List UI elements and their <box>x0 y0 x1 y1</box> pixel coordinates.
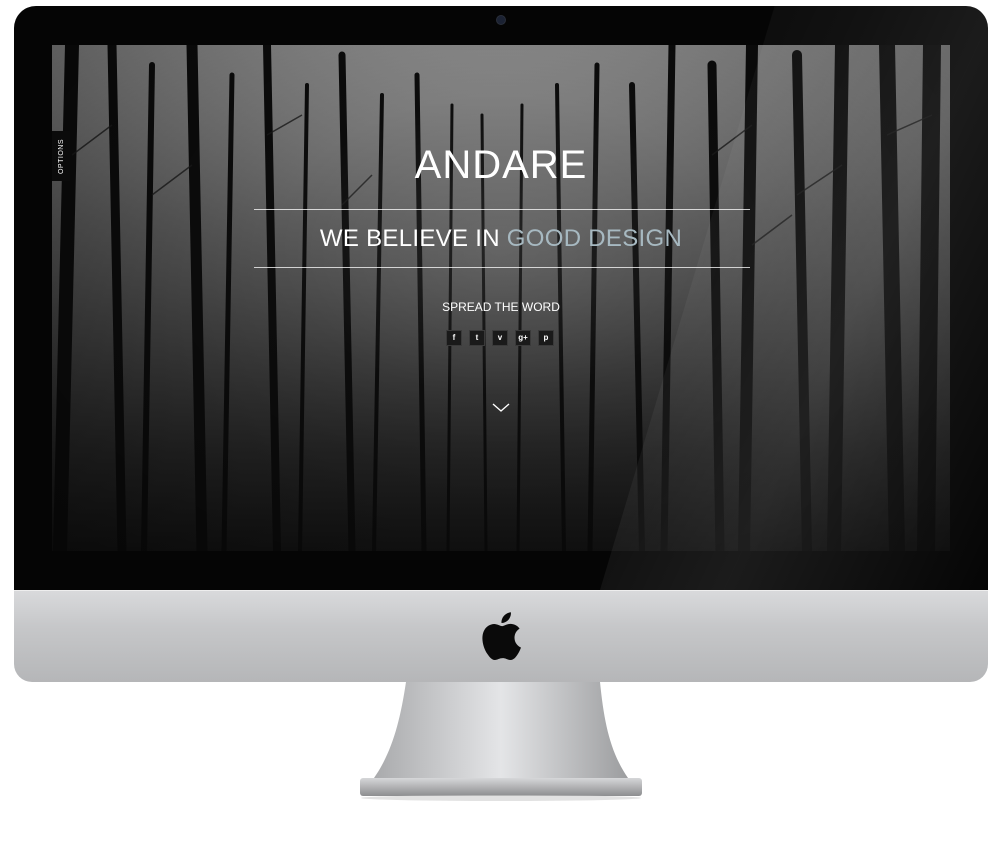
divider-top <box>254 209 750 210</box>
twitter-icon[interactable]: t <box>469 330 485 346</box>
chevron-down-icon[interactable] <box>492 403 510 413</box>
divider-bottom <box>254 267 750 268</box>
imac-mockup: OPTIONS ANDARE WE BELIEVE IN GOOD DESIGN… <box>0 0 1000 850</box>
imac-stand <box>360 682 642 801</box>
spread-the-word-label: SPREAD THE WORD <box>442 300 560 314</box>
tagline-prefix: WE BELIEVE IN <box>319 225 500 252</box>
tagline-accent: GOOD DESIGN <box>506 225 683 252</box>
website-screen: OPTIONS ANDARE WE BELIEVE IN GOOD DESIGN… <box>52 45 950 551</box>
apple-logo-icon <box>482 612 521 660</box>
pinterest-icon[interactable]: p <box>538 330 554 346</box>
facebook-icon[interactable]: f <box>446 330 462 346</box>
social-links: f t v g+ p <box>446 330 556 346</box>
google-plus-icon[interactable]: g+ <box>515 330 531 346</box>
vimeo-icon[interactable]: v <box>492 330 508 346</box>
site-title: ANDARE <box>414 143 588 187</box>
hero-tagline: WE BELIEVE IN GOOD DESIGN <box>52 225 950 253</box>
screen-vignette <box>52 45 950 551</box>
camera-icon <box>496 15 506 25</box>
